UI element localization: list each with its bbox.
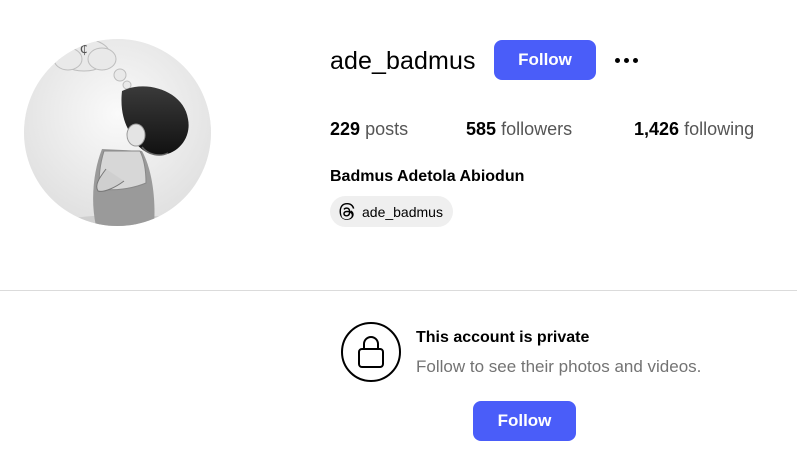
follow-button-secondary[interactable]: Follow (473, 401, 576, 441)
lock-icon (341, 322, 401, 382)
private-account-title: This account is private (416, 329, 590, 346)
more-options-icon[interactable] (610, 49, 642, 71)
dot (632, 57, 638, 63)
followers-count: 585 (466, 119, 497, 139)
profile-page: ¢ ade_badmus Follow 229 posts 585 follow… (0, 0, 797, 457)
svg-text:¢: ¢ (80, 41, 89, 57)
followers-label: followers (501, 119, 573, 139)
following-count: 1,426 (634, 119, 680, 139)
posts-count: 229 (330, 119, 361, 139)
posts-label: posts (365, 119, 409, 139)
threads-icon (339, 202, 355, 220)
profile-full-name: Badmus Adetola Abiodun (330, 168, 525, 185)
posts-stat: 229 posts (330, 117, 408, 141)
threads-link[interactable]: ade_badmus (330, 196, 453, 227)
profile-avatar[interactable]: ¢ (24, 39, 211, 226)
followers-stat[interactable]: 585 followers (466, 117, 572, 141)
avatar-illustration: ¢ (24, 39, 211, 226)
follow-button[interactable]: Follow (494, 40, 596, 80)
following-stat[interactable]: 1,426 following (634, 117, 754, 141)
section-divider (0, 290, 797, 291)
threads-handle: ade_badmus (362, 203, 443, 220)
following-label: following (684, 119, 755, 139)
dot (623, 57, 629, 63)
profile-username: ade_badmus (330, 47, 476, 75)
dot (614, 57, 620, 63)
private-account-subtitle: Follow to see their photos and videos. (416, 357, 702, 376)
lock-glyph (358, 336, 384, 368)
